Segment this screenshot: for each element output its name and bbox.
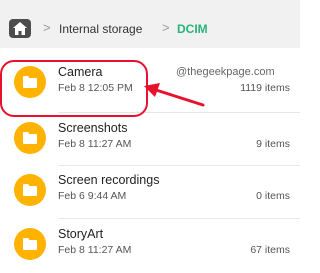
camera-highlight-outline — [0, 60, 148, 117]
folder-name: Screen recordings — [58, 173, 160, 187]
folder-name: Screenshots — [58, 121, 128, 135]
folder-icon — [14, 122, 46, 154]
folder-item-count: 9 items — [256, 138, 290, 150]
folder-item-count: 67 items — [250, 244, 290, 256]
folder-icon — [14, 228, 46, 260]
breadcrumb-bar: > Internal storage > DCIM — [0, 0, 300, 48]
folder-date: Feb 8 11:27 AM — [58, 138, 132, 150]
breadcrumb-dcim[interactable]: DCIM — [177, 22, 208, 36]
folder-date: Feb 6 9:44 AM — [58, 190, 127, 202]
folder-name: StoryArt — [58, 227, 104, 241]
folder-item-count: 0 items — [256, 190, 290, 202]
folder-row-screenshots[interactable]: Screenshots Feb 8 11:27 AM 9 items — [0, 112, 300, 166]
folder-item-count: 1119 items — [240, 82, 290, 94]
breadcrumb-separator: > — [43, 20, 51, 35]
home-icon[interactable] — [9, 19, 31, 38]
file-browser-screen: > Internal storage > DCIM Camera Feb 8 1… — [0, 0, 300, 273]
folder-row-storyart[interactable]: StoryArt Feb 8 11:27 AM 67 items — [0, 218, 300, 272]
folder-date: Feb 8 11:27 AM — [58, 244, 132, 256]
watermark: @thegeekpage.com — [176, 66, 275, 78]
annotation-arrow — [144, 83, 205, 107]
folder-row-screen-recordings[interactable]: Screen recordings Feb 6 9:44 AM 0 items — [0, 164, 300, 218]
breadcrumb-separator: > — [162, 20, 170, 35]
breadcrumb-internal-storage[interactable]: Internal storage — [59, 22, 142, 36]
folder-icon — [14, 174, 46, 206]
